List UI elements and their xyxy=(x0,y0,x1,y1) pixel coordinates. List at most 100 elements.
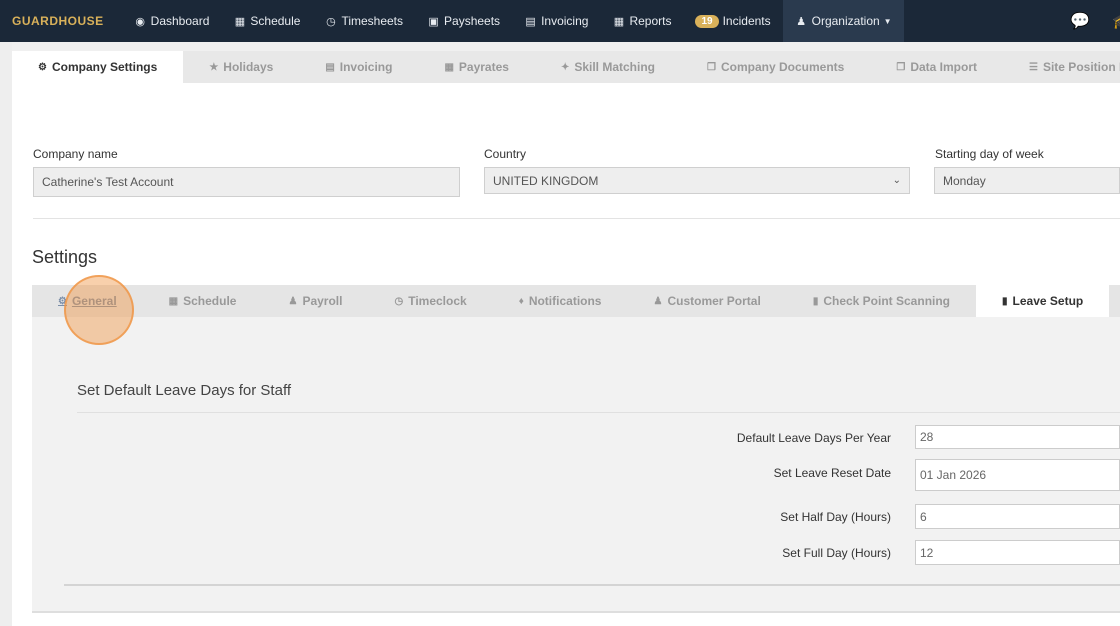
tab-timeclock-label: Timeclock xyxy=(408,294,467,308)
nav-invoicing-label: Invoicing xyxy=(541,14,589,28)
settings-tabs: ⚙ General ▦ Schedule ♟ Payroll ◷ Timeclo… xyxy=(32,285,1120,317)
tab-leave-setup-label: Leave Setup xyxy=(1012,294,1084,308)
tab-data-import[interactable]: ❐ Data Import xyxy=(870,51,1003,83)
nav-schedule-label: Schedule xyxy=(250,14,301,28)
gear-icon: ⚙ xyxy=(38,61,47,73)
nav-schedule[interactable]: ▦ Schedule xyxy=(221,0,312,42)
tab-skill-matching-label: Skill Matching xyxy=(574,60,656,74)
user-icon: ♟ xyxy=(653,295,663,307)
leave-setup-title: Set Default Leave Days for Staff xyxy=(77,382,292,399)
file-icon: ▮ xyxy=(1002,295,1008,307)
top-navbar: GUARDHOUSE ◉ Dashboard ▦ Schedule ◷ Time… xyxy=(0,0,1120,42)
leave-divider xyxy=(77,412,1120,413)
country-label: Country xyxy=(484,147,527,161)
tab-check-point-scanning[interactable]: ▮ Check Point Scanning xyxy=(787,285,976,317)
tab-data-import-label: Data Import xyxy=(910,60,977,74)
leave-reset-date-input[interactable]: 01 Jan 2026 xyxy=(915,459,1120,491)
full-day-hours-label: Set Full Day (Hours) xyxy=(782,546,891,560)
tab-payrates-label: Payrates xyxy=(458,60,509,74)
brand-logo[interactable]: GUARDHOUSE xyxy=(0,14,116,28)
copy-icon: ❐ xyxy=(896,61,906,73)
calendar-icon: ▦ xyxy=(444,61,454,73)
chat-icon[interactable]: 💬 xyxy=(1070,11,1090,31)
tab-notifications[interactable]: ♦ Notifications xyxy=(493,285,628,317)
half-day-hours-input[interactable]: 6 xyxy=(915,504,1120,529)
nav-incidents[interactable]: 19 Incidents xyxy=(683,0,782,42)
nav-paysheets[interactable]: ▣ Paysheets xyxy=(415,0,512,42)
default-leave-days-input[interactable]: 28 xyxy=(915,425,1120,449)
nav-timesheets[interactable]: ◷ Timesheets xyxy=(312,0,415,42)
clock-icon: ◷ xyxy=(394,295,404,307)
default-leave-days-value: 28 xyxy=(920,430,934,444)
nav-dashboard-label: Dashboard xyxy=(150,14,210,28)
tab-skill-matching[interactable]: ✦ Skill Matching xyxy=(535,51,681,83)
file-icon: ▮ xyxy=(812,295,819,307)
invoice-icon: ▤ xyxy=(525,15,536,28)
caret-down-icon: ▼ xyxy=(883,16,892,26)
tab-payrates[interactable]: ▦ Payrates xyxy=(418,51,535,83)
users-icon: ♟ xyxy=(796,15,807,28)
tab-notifications-label: Notifications xyxy=(528,294,602,308)
navbar-right: 💬 🎓 xyxy=(1070,0,1120,42)
tab-site-position-lookups-label: Site Position Lookups xyxy=(1042,60,1120,74)
tab-timeclock[interactable]: ◷ Timeclock xyxy=(368,285,492,317)
nav-invoicing[interactable]: ▤ Invoicing xyxy=(512,0,600,42)
tab-schedule[interactable]: ▦ Schedule xyxy=(143,285,263,317)
money-icon: ▣ xyxy=(428,15,439,28)
tab-leave-setup[interactable]: ▮ Leave Setup xyxy=(976,285,1110,317)
nav-paysheets-label: Paysheets xyxy=(444,14,501,28)
graduation-cap-icon[interactable]: 🎓 xyxy=(1112,13,1120,30)
full-day-hours-value: 12 xyxy=(920,545,934,560)
tab-site-position-lookups[interactable]: ☰ Site Position Lookups xyxy=(1003,51,1120,83)
country-select[interactable]: UNITED KINGDOM ⌄ xyxy=(484,167,910,194)
leave-setup-panel: Set Default Leave Days for Staff Default… xyxy=(32,317,1120,613)
tab-schedule-label: Schedule xyxy=(183,294,237,308)
company-name-input[interactable]: Catherine's Test Account xyxy=(33,167,460,197)
divider xyxy=(33,218,1120,219)
user-icon: ♟ xyxy=(288,295,298,307)
nav-incidents-label: Incidents xyxy=(722,14,771,28)
tab-company-settings[interactable]: ⚙ Company Settings xyxy=(12,51,184,83)
start-day-label: Starting day of week xyxy=(935,147,1044,161)
tab-holidays[interactable]: ★ Holidays xyxy=(183,51,299,83)
nav-dashboard[interactable]: ◉ Dashboard xyxy=(122,0,222,42)
leave-reset-date-label: Set Leave Reset Date xyxy=(773,466,891,480)
click-highlight-circle xyxy=(64,275,134,345)
half-day-hours-value: 6 xyxy=(920,509,927,524)
table-icon: ▦ xyxy=(613,15,625,28)
settings-title: Settings xyxy=(32,247,98,267)
tab-holidays-label: Holidays xyxy=(223,60,274,74)
tab-check-point-scanning-label: Check Point Scanning xyxy=(823,294,951,308)
company-name-value: Catherine's Test Account xyxy=(42,175,174,189)
nav-organization[interactable]: ♟ Organization ▼ xyxy=(782,0,904,42)
company-name-label: Company name xyxy=(33,147,118,161)
list-icon: ☰ xyxy=(1029,61,1038,73)
copy-icon: ❐ xyxy=(707,61,716,73)
crosshair-icon: ✦ xyxy=(560,61,570,73)
tab-payroll-label: Payroll xyxy=(302,294,343,308)
tab-in[interactable]: ▮ In xyxy=(1109,285,1120,317)
default-leave-days-label: Default Leave Days Per Year xyxy=(736,431,891,445)
star-icon: ★ xyxy=(209,61,219,73)
nav-reports[interactable]: ▦ Reports xyxy=(600,0,683,42)
company-tabs: ⚙ Company Settings ★ Holidays ▤ Invoicin… xyxy=(12,51,1120,83)
start-day-select[interactable]: Monday xyxy=(934,167,1120,194)
tab-invoicing-label: Invoicing xyxy=(339,60,393,74)
tab-company-documents-label: Company Documents xyxy=(720,60,845,74)
dashboard-icon: ◉ xyxy=(135,15,145,28)
full-day-hours-input[interactable]: 12 xyxy=(915,540,1120,565)
calendar-icon: ▦ xyxy=(234,15,246,28)
tab-customer-portal[interactable]: ♟ Customer Portal xyxy=(627,285,786,317)
company-settings-panel: Company name Catherine's Test Account Co… xyxy=(12,83,1120,626)
tab-invoicing[interactable]: ▤ Invoicing xyxy=(299,51,418,83)
tab-company-documents[interactable]: ❐ Company Documents xyxy=(681,51,870,83)
nav-reports-label: Reports xyxy=(629,14,672,28)
half-day-hours-label: Set Half Day (Hours) xyxy=(780,510,891,524)
tab-company-settings-label: Company Settings xyxy=(51,60,158,74)
nav-timesheets-label: Timesheets xyxy=(341,14,404,28)
left-gutter xyxy=(0,42,12,626)
bell-icon: ♦ xyxy=(518,295,524,307)
tab-customer-portal-label: Customer Portal xyxy=(667,294,761,308)
list-icon: ▤ xyxy=(325,61,335,73)
tab-payroll[interactable]: ♟ Payroll xyxy=(262,285,368,317)
